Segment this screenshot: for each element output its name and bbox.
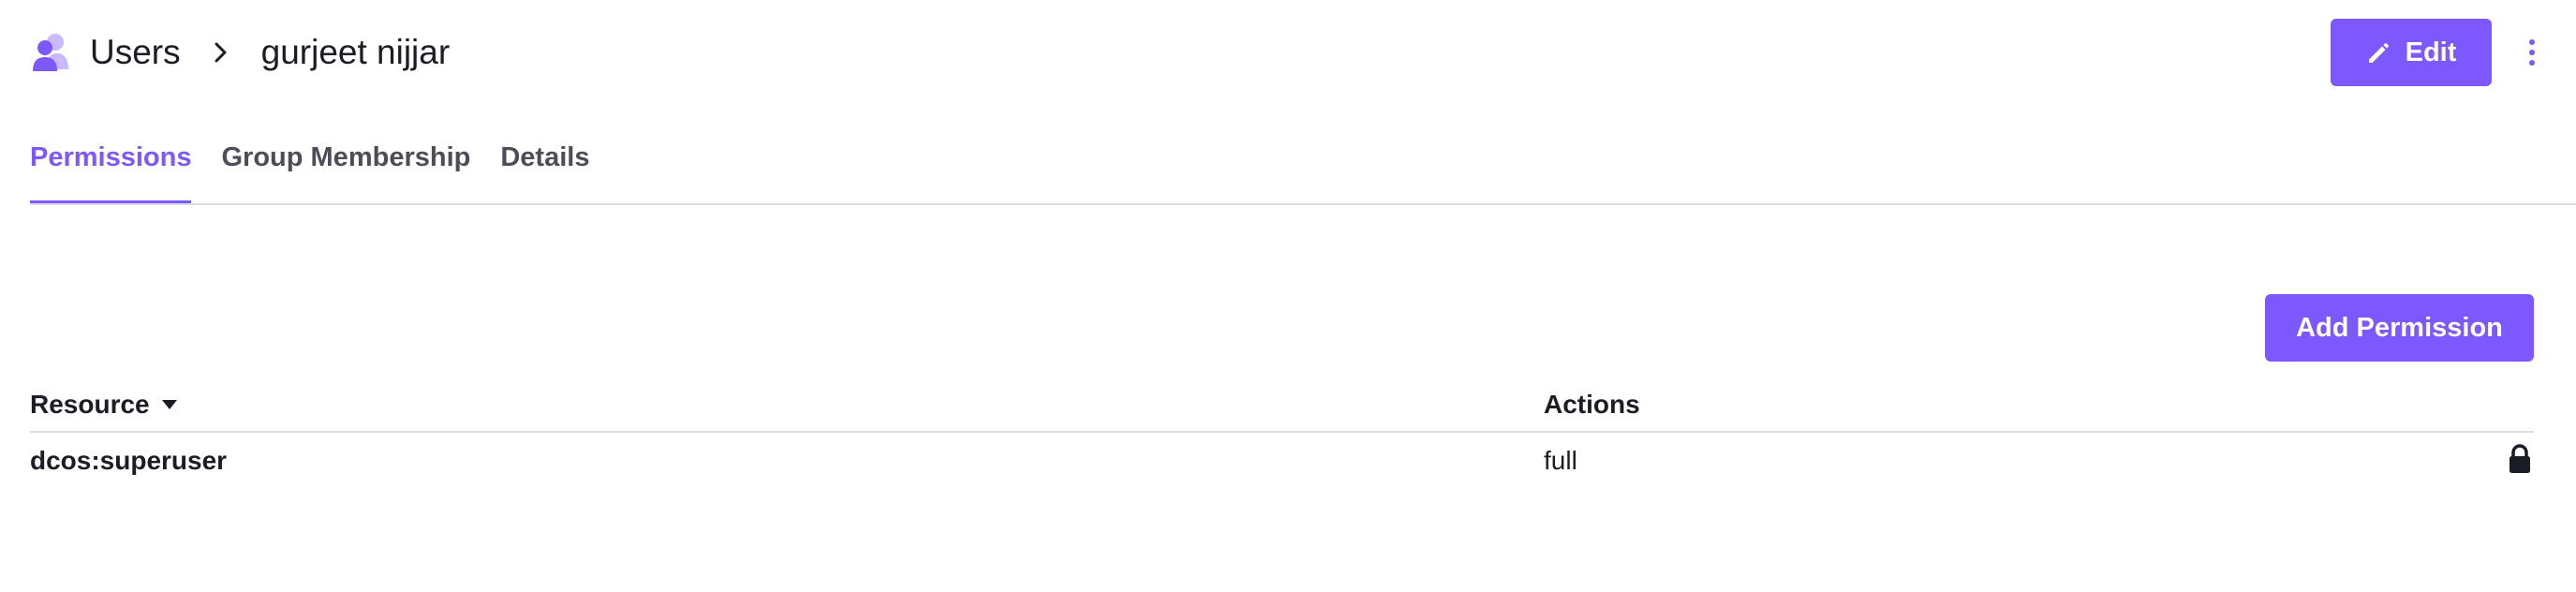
tab-details[interactable]: Details [500, 137, 589, 204]
column-header-actions[interactable]: Actions [1544, 390, 1640, 420]
resource-cell: dcos:superuser [30, 446, 228, 475]
caret-down-icon [161, 400, 177, 409]
column-header-resource-label: Resource [30, 390, 150, 419]
header-actions: Edit [2331, 19, 2546, 86]
tabs-divider [30, 203, 2576, 205]
add-permission-button[interactable]: Add Permission [2265, 294, 2534, 362]
pencil-icon [2368, 43, 2389, 63]
page-header: Users gurjeet nijjar Edit [30, 19, 2546, 86]
column-header-resource[interactable]: Resource [30, 390, 178, 420]
tab-group-membership[interactable]: Group Membership [221, 137, 470, 204]
tab-permissions[interactable]: Permissions [30, 137, 192, 204]
tab-bar: Permissions Group Membership Details [30, 137, 619, 204]
table-row[interactable]: dcos:superuser full [30, 433, 2534, 493]
breadcrumb-users-link[interactable]: Users [90, 33, 181, 72]
edit-button-label: Edit [2405, 37, 2457, 67]
kebab-menu-icon [2529, 39, 2535, 66]
table-header: Resource Actions [30, 386, 2534, 433]
chevron-right-icon [215, 42, 227, 63]
actions-cell: full [1544, 446, 1577, 475]
permissions-table: Resource Actions dcos:superuser full [30, 386, 2534, 493]
users-icon [33, 34, 68, 71]
edit-button[interactable]: Edit [2331, 19, 2492, 86]
breadcrumb: Users gurjeet nijjar [30, 19, 450, 86]
column-header-actions-label: Actions [1544, 390, 1640, 419]
breadcrumb-current: gurjeet nijjar [260, 33, 451, 71]
lock-icon [2509, 444, 2530, 473]
more-actions-button[interactable] [2518, 19, 2546, 86]
